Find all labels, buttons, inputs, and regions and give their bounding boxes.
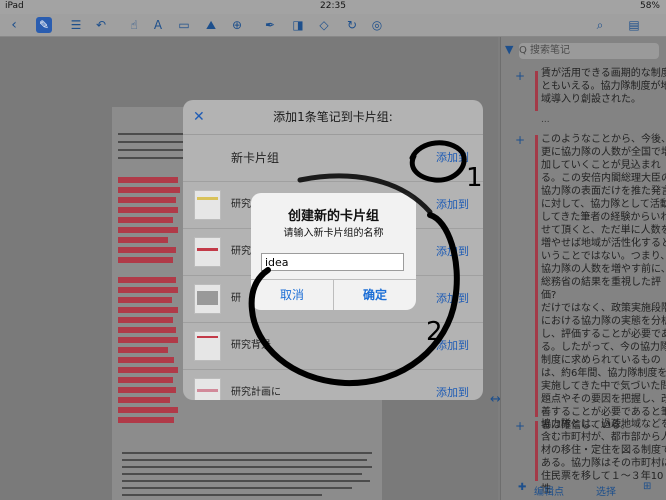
deck-name-input[interactable]: idea <box>261 253 404 271</box>
search-notes-input[interactable]: Q 搜索笔记 <box>519 43 659 59</box>
share-tool-icon[interactable]: ⊕ <box>229 17 245 33</box>
highlight-mark <box>118 357 174 363</box>
add-note-icon[interactable]: + <box>515 133 525 147</box>
add-icon[interactable]: ✚ <box>518 482 526 493</box>
add-to-button[interactable]: 添加到 <box>436 276 469 322</box>
highlight-mark <box>118 287 178 293</box>
edit-points-button[interactable]: 编辑点 <box>534 483 564 498</box>
highlight-mark <box>118 277 176 283</box>
highlight-mark <box>118 347 168 353</box>
rectangle-tool-icon[interactable]: ▭ <box>176 17 192 33</box>
deck-thumbnail <box>194 237 221 267</box>
status-bar: iPad 22:35 58% <box>0 0 666 14</box>
dialog-header: ✕ 添加1条笔记到卡片组: <box>183 100 483 135</box>
deck-thumbnail <box>194 284 221 314</box>
document-icon[interactable]: ▤ <box>626 17 642 33</box>
confirm-button[interactable]: 确定 <box>334 280 416 310</box>
highlight-mark <box>118 407 178 413</box>
highlight-mark <box>118 257 173 263</box>
select-button[interactable]: 选择 <box>596 483 616 498</box>
chevron-left-icon[interactable]: ‹ <box>6 17 22 33</box>
highlight-mark <box>118 337 178 343</box>
highlight-mark <box>118 197 176 203</box>
list-tool-icon[interactable]: ☰ <box>68 17 84 33</box>
highlight-mark <box>118 187 180 193</box>
alert-title: 创建新的卡片组 <box>287 209 379 224</box>
highlight-mark <box>118 317 173 323</box>
refresh-tool-icon[interactable]: ↻ <box>344 17 360 33</box>
deck-thumbnail <box>194 190 221 220</box>
deck-row[interactable]: 研究計画に 添加到 <box>183 370 483 400</box>
highlight-mark <box>118 417 174 423</box>
highlight-mark <box>118 397 170 403</box>
highlight-mark <box>118 297 172 303</box>
deck-thumbnail <box>194 378 221 400</box>
deck-label: 研究背景 <box>231 340 271 351</box>
search-icon[interactable]: ⌕ <box>592 17 608 33</box>
dialog-title: 添加1条笔记到卡片组: <box>273 110 393 124</box>
deck-label: 研究 <box>231 246 251 257</box>
deck-label: 新卡片组 <box>231 151 280 165</box>
battery-level: 58% <box>639 1 660 11</box>
note-item[interactable]: 賃が活用できる画期的な制度 ともいえる。協力隊制度が地 域導入り創設された。 <box>541 67 666 106</box>
highlight-mark <box>118 237 168 243</box>
highlight-mark <box>118 177 178 183</box>
toolbar: ‹ ✎ ☰ ↶ ☝ A ▭ ⛰ ⊕ ✒ ◨ ◇ ↻ ◎ ⌕ ▤ <box>0 14 666 37</box>
create-deck-alert: 创建新的卡片组 请输入新卡片组的名称 idea 取消 确定 <box>251 193 416 310</box>
deck-thumbnail <box>194 331 221 361</box>
deck-label: 研 <box>231 293 241 304</box>
deck-row-new[interactable]: 新卡片组 添加到 <box>183 135 483 182</box>
sidebar-bottom-bar: ✚ 编辑点 选择 ⊞ <box>500 478 666 500</box>
add-to-button[interactable]: 添加到 <box>436 370 469 400</box>
eraser-tool-icon[interactable]: ◨ <box>290 17 306 33</box>
pen-tool-icon[interactable]: ✎ <box>36 17 52 33</box>
alert-message: 请输入新卡片组的名称 <box>283 228 384 239</box>
note-ellipsis: ... <box>541 115 550 125</box>
clock: 22:35 <box>320 1 346 11</box>
cancel-button[interactable]: 取消 <box>251 280 334 310</box>
highlight-mark <box>118 207 178 213</box>
note-color-bar <box>535 135 538 417</box>
deck-label: 研究計画に <box>231 387 281 398</box>
note-color-bar <box>535 421 538 481</box>
filter-icon[interactable]: ▼ <box>505 43 513 56</box>
note-color-bar <box>535 71 538 111</box>
add-note-icon[interactable]: + <box>515 419 525 433</box>
highlight-mark <box>118 367 178 373</box>
add-note-icon[interactable]: + <box>515 69 525 83</box>
highlight-mark <box>118 247 176 253</box>
deck-row[interactable]: 研究背景 添加到 <box>183 323 483 370</box>
highlight-mark <box>118 387 176 393</box>
hand-tool-icon[interactable]: ☝ <box>126 17 142 33</box>
add-to-button[interactable]: 添加到 <box>436 182 469 228</box>
alert-buttons: 取消 确定 <box>251 279 416 310</box>
note-item[interactable]: このようなことから、今後、 更に協力隊の人数が全国で増 加していくことが見込まれ… <box>541 133 666 432</box>
highlighter-tool-icon[interactable]: ✒ <box>262 17 278 33</box>
highlight-mark <box>118 227 178 233</box>
highlight-mark <box>118 217 173 223</box>
add-to-button[interactable]: 添加到 <box>436 229 469 275</box>
highlight-mark <box>118 307 178 313</box>
add-to-button[interactable]: 添加到 <box>436 135 469 181</box>
layout-icon[interactable]: ⊞ <box>643 481 651 492</box>
add-to-button[interactable]: 添加到 <box>436 323 469 369</box>
notes-sidebar: ▼ Q 搜索笔记 + 賃が活用できる画期的な制度 ともいえる。協力隊制度が地 域… <box>500 37 666 500</box>
image-tool-icon[interactable]: ⛰ <box>203 17 219 33</box>
lasso-tool-icon[interactable]: ◇ <box>316 17 332 33</box>
undo-icon[interactable]: ↶ <box>93 17 109 33</box>
compass-tool-icon[interactable]: ◎ <box>369 17 385 33</box>
text-tool-icon[interactable]: A <box>150 17 166 33</box>
highlight-mark <box>118 377 173 383</box>
highlight-mark <box>118 327 176 333</box>
note-ellipsis: ... <box>541 405 550 415</box>
